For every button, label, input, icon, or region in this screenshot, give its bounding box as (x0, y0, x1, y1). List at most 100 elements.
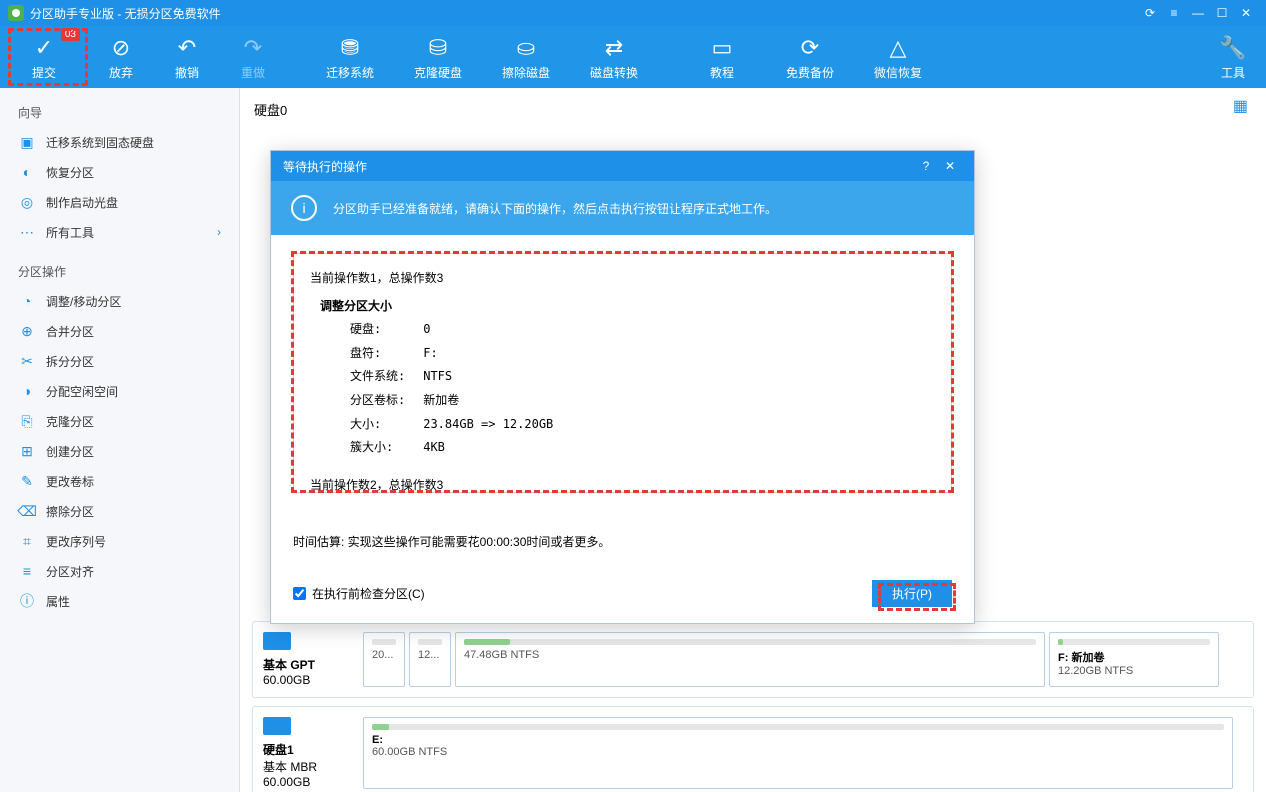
dialog-info-text: 分区助手已经准备就绪，请确认下面的操作，然后点击执行按钮让程序正式地工作。 (333, 200, 777, 217)
wechat-icon: △ (890, 34, 907, 62)
chevron-right-icon: › (217, 225, 221, 239)
sb-icon: ≡ (18, 562, 36, 580)
sidebar-item[interactable]: ◑分配空闲空间 (0, 376, 239, 406)
sidebar-item[interactable]: ⓘ属性 (0, 586, 239, 616)
help-icon[interactable]: ? (914, 159, 938, 173)
sb-icon: ◔ (18, 292, 36, 310)
time-estimate: 时间估算: 实现这些操作可能需要花00:00:30时间或者更多。 (293, 533, 952, 550)
view-toggle-icon[interactable]: ▦ (1233, 96, 1248, 116)
info-icon: i (291, 195, 317, 221)
partition[interactable]: F: 新加卷12.20GB NTFS (1049, 632, 1219, 687)
sb-icon: ⌗ (18, 532, 36, 550)
disk0-map: 20...12...47.48GB NTFSF: 新加卷12.20GB NTFS (363, 632, 1243, 687)
partition[interactable]: 20... (363, 632, 405, 687)
backup-icon: ⟳ (801, 34, 819, 62)
sb-icon: ◎ (18, 193, 36, 211)
wrench-icon: 🔧 (1219, 34, 1246, 62)
disk-icon (263, 717, 291, 735)
ops-head: 分区操作 (0, 257, 239, 286)
table-row: 分区卷标:新加卷 (342, 390, 561, 412)
sb-icon: ⎘ (18, 412, 36, 430)
wizard-head: 向导 (0, 98, 239, 127)
backup-button[interactable]: ⟳免费备份 (766, 26, 854, 88)
migrate-button[interactable]: ⛃迁移系统 (306, 26, 394, 88)
tools-button[interactable]: 🔧工具 (1200, 26, 1266, 88)
tutorial-icon: ▭ (712, 34, 733, 62)
sb-icon: ⌫ (18, 502, 36, 520)
sb-icon: ✎ (18, 472, 36, 490)
redo-button: ↷重做 (220, 26, 286, 88)
pending-ops-dialog: 等待执行的操作 ? ✕ i 分区助手已经准备就绪，请确认下面的操作，然后点击执行… (270, 150, 975, 624)
sidebar-item[interactable]: ⎘克隆分区 (0, 406, 239, 436)
sb-icon: ◑ (18, 382, 36, 400)
redo-icon: ↷ (244, 34, 262, 62)
menu-icon[interactable]: ≡ (1162, 1, 1186, 25)
sidebar-item[interactable]: ⊞创建分区 (0, 436, 239, 466)
convert-button[interactable]: ⇄磁盘转换 (570, 26, 658, 88)
sidebar-item[interactable]: ⋯所有工具› (0, 217, 239, 247)
disk-icon (263, 632, 291, 650)
op2-head: 当前操作数2，总操作数3 (310, 475, 935, 493)
disk1-map: E:60.00GB NTFS (363, 717, 1243, 789)
migrate-icon: ⛃ (341, 34, 359, 62)
table-row: 大小:23.84GB => 12.20GB (342, 414, 561, 436)
wechat-button[interactable]: △微信恢复 (854, 26, 942, 88)
op1-title: 调整分区大小 (320, 296, 935, 318)
discard-icon: ⊘ (112, 34, 130, 62)
close-icon[interactable]: ✕ (1234, 1, 1258, 25)
op1-head: 当前操作数1，总操作数3 (310, 268, 935, 290)
wipe-icon: ⛀ (517, 34, 535, 62)
sb-icon: ▣ (18, 133, 36, 151)
op1-table: 硬盘:0盘符:F:文件系统:NTFS分区卷标:新加卷大小:23.84GB => … (340, 317, 563, 461)
disk0-card[interactable]: 基本 GPT 60.00GB 20...12...47.48GB NTFSF: … (252, 621, 1254, 698)
tutorial-button[interactable]: ▭教程 (678, 26, 766, 88)
minimize-icon[interactable]: — (1186, 1, 1210, 25)
sidebar-item[interactable]: ≡分区对齐 (0, 556, 239, 586)
check-before-exec-checkbox[interactable] (293, 587, 306, 600)
clone-icon: ⛁ (429, 34, 447, 62)
sidebar-item[interactable]: ◔调整/移动分区 (0, 286, 239, 316)
sidebar: 向导 ▣迁移系统到固态硬盘◐恢复分区◎制作启动光盘⋯所有工具› 分区操作 ◔调整… (0, 88, 240, 792)
sidebar-item[interactable]: ⌫擦除分区 (0, 496, 239, 526)
wipe-button[interactable]: ⛀擦除磁盘 (482, 26, 570, 88)
sb-icon: ◐ (18, 163, 36, 181)
sb-icon: ⊕ (18, 322, 36, 340)
dialog-title: 等待执行的操作 (283, 158, 914, 175)
execute-button[interactable]: 执行(P) (872, 580, 952, 607)
sidebar-item[interactable]: ✂拆分分区 (0, 346, 239, 376)
discard-button[interactable]: ⊘放弃 (88, 26, 154, 88)
table-row: 盘符:F: (342, 343, 561, 365)
disk0-info: 基本 GPT 60.00GB (263, 632, 353, 687)
dialog-titlebar: 等待执行的操作 ? ✕ (271, 151, 974, 181)
dialog-close-icon[interactable]: ✕ (938, 159, 962, 173)
sb-icon: ⓘ (18, 592, 36, 610)
sidebar-item[interactable]: ⊕合并分区 (0, 316, 239, 346)
submit-button[interactable]: ✓ 03 提交 (0, 26, 88, 88)
partition[interactable]: E:60.00GB NTFS (363, 717, 1233, 789)
sidebar-item[interactable]: ✎更改卷标 (0, 466, 239, 496)
undo-icon: ↶ (178, 34, 196, 62)
sb-icon: ✂ (18, 352, 36, 370)
convert-icon: ⇄ (605, 34, 623, 62)
sidebar-item[interactable]: ◎制作启动光盘 (0, 187, 239, 217)
clone-button[interactable]: ⛁克隆硬盘 (394, 26, 482, 88)
disk1-card[interactable]: 硬盘1 基本 MBR 60.00GB E:60.00GB NTFS (252, 706, 1254, 792)
sidebar-item[interactable]: ▣迁移系统到固态硬盘 (0, 127, 239, 157)
table-row: 簇大小:4KB (342, 437, 561, 459)
check-icon: ✓ (35, 34, 53, 62)
check-label: 在执行前检查分区(C) (312, 585, 425, 602)
operations-list[interactable]: 当前操作数1，总操作数3 调整分区大小 硬盘:0盘符:F:文件系统:NTFS分区… (293, 253, 952, 493)
maximize-icon[interactable]: ☐ (1210, 1, 1234, 25)
partition[interactable]: 12... (409, 632, 451, 687)
sidebar-item[interactable]: ⌗更改序列号 (0, 526, 239, 556)
table-row: 硬盘:0 (342, 319, 561, 341)
disk0-head: 硬盘0 (252, 96, 1254, 123)
sb-icon: ⊞ (18, 442, 36, 460)
badge: 03 (61, 28, 80, 41)
dialog-info-bar: i 分区助手已经准备就绪，请确认下面的操作，然后点击执行按钮让程序正式地工作。 (271, 181, 974, 235)
window-title: 分区助手专业版 - 无损分区免费软件 (30, 5, 1138, 22)
refresh-icon[interactable]: ⟳ (1138, 1, 1162, 25)
sidebar-item[interactable]: ◐恢复分区 (0, 157, 239, 187)
partition[interactable]: 47.48GB NTFS (455, 632, 1045, 687)
undo-button[interactable]: ↶撤销 (154, 26, 220, 88)
